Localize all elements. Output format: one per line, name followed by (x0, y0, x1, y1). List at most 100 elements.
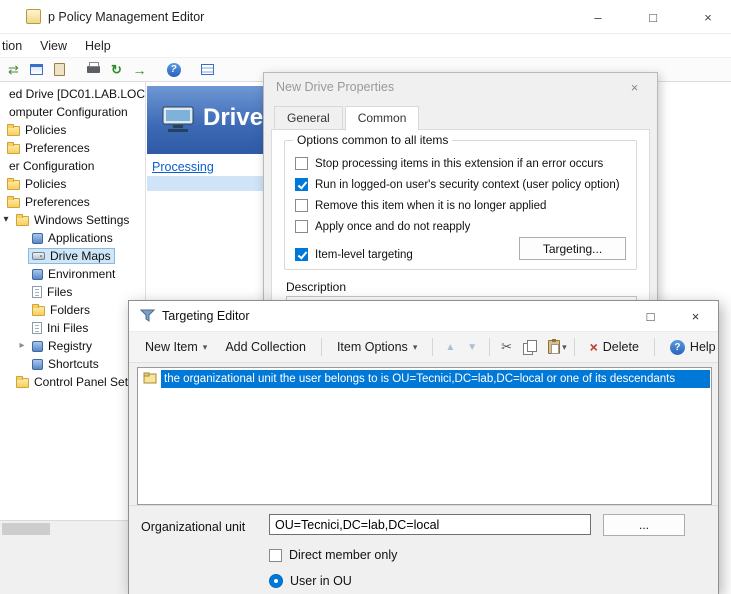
scrollbar-thumb[interactable] (2, 523, 50, 535)
tree-item-preferences[interactable]: Preferences (0, 193, 145, 211)
refresh-icon[interactable]: ↻ (107, 60, 126, 79)
new-drive-properties-dialog: New Drive Properties × General Common Op… (263, 72, 658, 318)
option-row[interactable]: Apply once and do not reapply (295, 216, 626, 237)
help-button[interactable]: ? Help (662, 336, 724, 359)
tree-item-ini-files[interactable]: Ini Files (0, 319, 145, 337)
main-titlebar: p Policy Management Editor – □ × (0, 0, 731, 34)
organizational-unit-input[interactable] (269, 514, 591, 535)
option-row[interactable]: Stop processing items in this extension … (295, 153, 626, 174)
folder-icon (7, 126, 20, 136)
menu-help[interactable]: Help (76, 39, 120, 53)
tab-page: Options common to all items Stop process… (271, 129, 650, 312)
tree-item-label: Applications (48, 231, 113, 245)
tree-item-windows-settings[interactable]: ▾Windows Settings (0, 211, 145, 229)
targeting-title: Targeting Editor (162, 309, 250, 323)
copy-icon[interactable] (523, 340, 536, 354)
app-icon (26, 9, 41, 24)
tab-common[interactable]: Common (345, 106, 420, 131)
expand-icon[interactable]: ▸ (16, 337, 28, 355)
targeting-items-list[interactable]: the organizational unit the user belongs… (137, 367, 712, 505)
folder-icon (7, 180, 20, 190)
paste-icon[interactable] (548, 340, 560, 354)
option-label: Run in logged-on user's security context… (315, 179, 620, 191)
component-icon (32, 233, 43, 244)
dialog-title: New Drive Properties (276, 80, 394, 94)
toolbar-separator (321, 338, 322, 356)
dialog-close-button[interactable]: × (612, 73, 657, 101)
tree-item-label: Registry (48, 339, 92, 353)
funnel-icon (140, 308, 155, 326)
move-down-icon[interactable]: ▼ (462, 342, 482, 353)
description-label: Description (286, 280, 346, 294)
paste-caret-icon[interactable]: ▾ (562, 342, 567, 353)
targeting-detail-panel: Organizational unit ... Direct member on… (129, 505, 718, 594)
files-icon (32, 286, 42, 298)
option-label: Remove this item when it is no longer ap… (315, 200, 546, 212)
targeting-editor-dialog: Targeting Editor □ × New Item ▾ Add Coll… (128, 300, 719, 594)
tree-item-registry[interactable]: ▸ Registry (0, 337, 145, 355)
tree-item-drive-maps[interactable]: Drive Maps (0, 247, 145, 265)
checkbox-icon[interactable] (295, 220, 308, 233)
user-in-ou-row[interactable]: User in OU (269, 574, 352, 588)
tree-item-label: Preferences (25, 195, 90, 209)
move-up-icon[interactable]: ▲ (440, 342, 460, 353)
targeting-item-row[interactable]: the organizational unit the user belongs… (139, 370, 710, 388)
checkbox-icon[interactable] (295, 199, 308, 212)
tree-item-policies[interactable]: Policies (0, 121, 145, 139)
groupbox-legend: Options common to all items (293, 133, 452, 147)
tree-item-policies[interactable]: Policies (0, 175, 145, 193)
tree-item-applications[interactable]: Applications (0, 229, 145, 247)
organizational-unit-icon (143, 372, 157, 387)
organizational-unit-label: Organizational unit (141, 520, 245, 534)
window-icon[interactable] (27, 60, 46, 79)
browse-button[interactable]: ... (603, 514, 685, 536)
clipboard-icon[interactable] (50, 60, 69, 79)
minimize-button[interactable]: – (575, 0, 621, 34)
checkbox-icon[interactable] (295, 248, 308, 261)
checkbox-icon[interactable] (295, 157, 308, 170)
printer-icon[interactable] (84, 60, 103, 79)
collapse-icon[interactable]: ▾ (0, 211, 12, 229)
tree-item-files[interactable]: Files (0, 283, 145, 301)
tree-item-ed-drive-dc01-lab-loca[interactable]: ed Drive [DC01.LAB.LOCA (0, 85, 145, 103)
targeting-button[interactable]: Targeting... (519, 237, 626, 260)
targeting-close-button[interactable]: × (673, 301, 718, 331)
option-row[interactable]: Remove this item when it is no longer ap… (295, 195, 626, 216)
tree-item-shortcuts[interactable]: Shortcuts (0, 355, 145, 373)
tree-item-omputer-configuration[interactable]: omputer Configuration (0, 103, 145, 121)
tree-item-preferences[interactable]: Preferences (0, 139, 145, 157)
new-item-button[interactable]: New Item ▾ (137, 336, 215, 358)
tab-strip: General Common (274, 106, 421, 130)
targeting-maximize-button[interactable]: □ (628, 301, 673, 331)
direct-member-row[interactable]: Direct member only (269, 548, 397, 562)
add-collection-button[interactable]: Add Collection (217, 336, 314, 358)
direct-member-label: Direct member only (289, 548, 397, 562)
tab-general[interactable]: General (274, 106, 343, 130)
processing-link[interactable]: Processing (152, 160, 214, 174)
option-row[interactable]: Run in logged-on user's security context… (295, 174, 626, 195)
export-icon[interactable]: → (130, 60, 149, 79)
close-button[interactable]: × (685, 0, 731, 34)
item-options-button[interactable]: Item Options ▾ (329, 336, 425, 358)
radio-icon[interactable] (269, 574, 283, 588)
help-icon[interactable]: ? (164, 60, 183, 79)
cut-icon[interactable]: ✂ (497, 339, 516, 355)
checkbox-icon[interactable] (269, 549, 282, 562)
menu-view[interactable]: View (31, 39, 76, 53)
tree-item-control-panel-sett[interactable]: Control Panel Sett (0, 373, 145, 391)
maximize-button[interactable]: □ (630, 0, 676, 34)
add-collection-label: Add Collection (225, 340, 306, 354)
delete-button[interactable]: × Delete (582, 335, 647, 359)
menu-action[interactable]: tion (0, 39, 31, 53)
list-view-icon[interactable] (198, 60, 217, 79)
tree-item-folders[interactable]: Folders (0, 301, 145, 319)
nav-arrows-icon[interactable]: ⇄ (4, 60, 23, 79)
checkbox-icon[interactable] (295, 178, 308, 191)
tree-horizontal-scrollbar[interactable] (0, 520, 146, 537)
tree-item-er-configuration[interactable]: er Configuration (0, 157, 145, 175)
options-groupbox: Options common to all items Stop process… (284, 140, 637, 270)
folder-icon (16, 216, 29, 226)
tree-panel: ed Drive [DC01.LAB.LOCAomputer Configura… (0, 82, 146, 520)
tree-item-environment[interactable]: Environment (0, 265, 145, 283)
item-options-label: Item Options (337, 340, 408, 354)
